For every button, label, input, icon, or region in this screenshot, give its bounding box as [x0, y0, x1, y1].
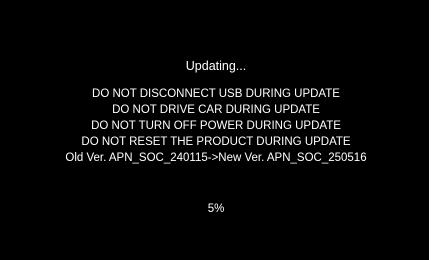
version-change-text: Old Ver. APN_SOC_240115->New Ver. APN_SO… — [65, 152, 367, 164]
update-status-title: Updating... — [185, 59, 247, 73]
update-warning-list: DO NOT DISCONNECT USB DURING UPDATE DO N… — [0, 86, 432, 150]
warning-disconnect-usb: DO NOT DISCONNECT USB DURING UPDATE — [92, 88, 340, 100]
warning-reset-product: DO NOT RESET THE PRODUCT DURING UPDATE — [81, 136, 351, 148]
update-screen: Updating... DO NOT DISCONNECT USB DURING… — [0, 0, 432, 260]
warning-turn-off-power: DO NOT TURN OFF POWER DURING UPDATE — [91, 120, 341, 132]
update-progress-percent: 5% — [207, 203, 225, 215]
warning-drive-car: DO NOT DRIVE CAR DURING UPDATE — [112, 104, 320, 116]
